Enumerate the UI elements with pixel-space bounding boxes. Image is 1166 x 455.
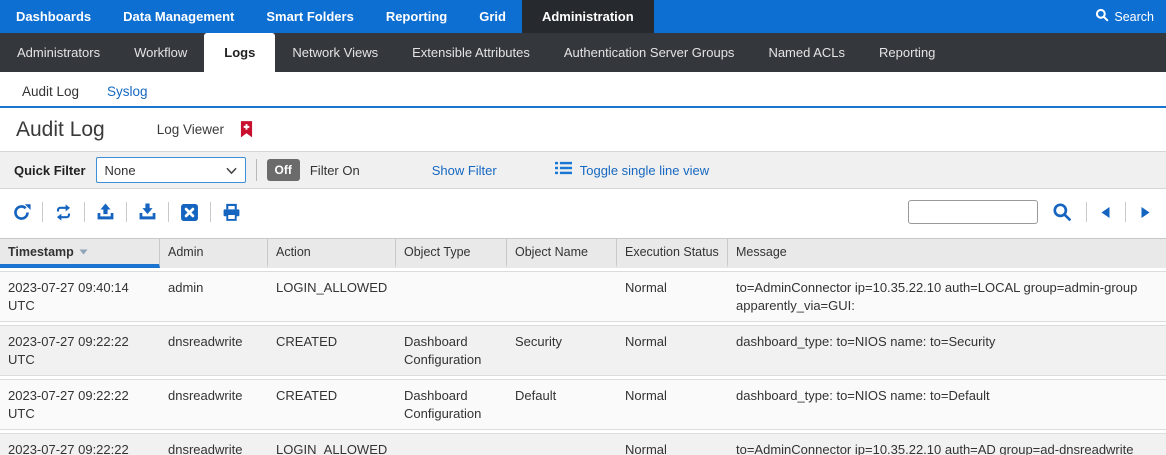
nav-item-administration[interactable]: Administration [522, 0, 654, 33]
nav-item-reporting[interactable]: Reporting [370, 0, 463, 33]
global-search-button[interactable]: Search [1083, 0, 1166, 33]
subnav-item-logs[interactable]: Logs [204, 33, 275, 72]
table-search-icon[interactable] [1048, 202, 1076, 222]
nav-item-data-management[interactable]: Data Management [107, 0, 250, 33]
filter-on-label: Filter On [310, 163, 360, 178]
cell-object-name: Security [507, 325, 617, 376]
column-header-action[interactable]: Action [268, 238, 396, 268]
single-line-view-icon [555, 161, 572, 180]
cell-action: CREATED [268, 325, 396, 376]
table-row[interactable]: 2023-07-27 09:22:22 UTC dnsreadwrite CRE… [0, 379, 1166, 430]
grid-toolbar [0, 189, 1166, 235]
nav-item-dashboards[interactable]: Dashboards [0, 0, 107, 33]
cell-object-type [396, 433, 507, 455]
cell-execution-status: Normal [617, 325, 728, 376]
tab-syslog[interactable]: Syslog [93, 76, 162, 106]
cell-admin: dnsreadwrite [160, 379, 268, 430]
sort-descending-icon [79, 244, 88, 258]
page-subtitle: Log Viewer [157, 122, 224, 137]
filter-toggle-button[interactable]: Off [267, 159, 300, 181]
cell-object-name [507, 271, 617, 322]
replay-icon[interactable] [54, 203, 73, 222]
cell-message: dashboard_type: to=NIOS name: to=Securit… [728, 325, 1166, 376]
quick-filter-value: None [105, 163, 136, 178]
table-header-row: Timestamp Admin Action Object Type Objec… [0, 238, 1166, 268]
show-filter-link[interactable]: Show Filter [432, 163, 497, 178]
cell-message: dashboard_type: to=NIOS name: to=Default [728, 379, 1166, 430]
clear-icon[interactable] [180, 203, 199, 222]
tab-audit-log[interactable]: Audit Log [8, 76, 93, 106]
divider [1086, 202, 1087, 222]
divider [210, 202, 211, 222]
column-header-admin[interactable]: Admin [160, 238, 268, 268]
cell-action: CREATED [268, 379, 396, 430]
nav-item-smart-folders[interactable]: Smart Folders [250, 0, 369, 33]
cell-admin: admin [160, 271, 268, 322]
cell-object-name: Default [507, 379, 617, 430]
audit-log-table: Timestamp Admin Action Object Type Objec… [0, 235, 1166, 455]
table-search-input[interactable] [908, 200, 1038, 224]
subnav-item-network-views[interactable]: Network Views [275, 33, 395, 72]
table-row[interactable]: 2023-07-27 09:22:22 UTC dnsreadwrite CRE… [0, 325, 1166, 376]
cell-object-type: Dashboard Configuration [396, 379, 507, 430]
print-icon[interactable] [222, 203, 241, 222]
cell-timestamp: 2023-07-27 09:22:22 UTC [0, 325, 160, 376]
subnav-item-named-acls[interactable]: Named ACLs [751, 33, 862, 72]
quick-filter-bar: Quick Filter None Off Filter On Show Fil… [0, 151, 1166, 189]
download-icon[interactable] [138, 203, 157, 222]
cell-object-type [396, 271, 507, 322]
cell-message: to=AdminConnector ip=10.35.22.10 auth=LO… [728, 271, 1166, 322]
divider [1125, 202, 1126, 222]
cell-execution-status: Normal [617, 379, 728, 430]
cell-object-type: Dashboard Configuration [396, 325, 507, 376]
refresh-icon[interactable] [12, 203, 31, 222]
top-navigation: Dashboards Data Management Smart Folders… [0, 0, 1166, 33]
bookmark-add-icon[interactable] [240, 121, 253, 138]
quick-filter-dropdown[interactable]: None [96, 157, 246, 183]
subnav-item-extensible-attributes[interactable]: Extensible Attributes [395, 33, 547, 72]
toggle-single-line-label: Toggle single line view [580, 163, 709, 178]
page-title: Audit Log [16, 118, 105, 142]
page-next-icon[interactable] [1136, 206, 1154, 219]
cell-action: LOGIN_ALLOWED [268, 271, 396, 322]
page-header: Audit Log Log Viewer [0, 108, 1166, 151]
subnav-item-authentication-server-groups[interactable]: Authentication Server Groups [547, 33, 752, 72]
divider [168, 202, 169, 222]
cell-admin: dnsreadwrite [160, 325, 268, 376]
column-header-object-name[interactable]: Object Name [507, 238, 617, 268]
column-header-object-type[interactable]: Object Type [396, 238, 507, 268]
divider [126, 202, 127, 222]
page-previous-icon[interactable] [1097, 206, 1115, 219]
cell-timestamp: 2023-07-27 09:40:14 UTC [0, 271, 160, 322]
cell-timestamp: 2023-07-27 09:22:22 UTC [0, 433, 160, 455]
cell-execution-status: Normal [617, 271, 728, 322]
log-view-tabs: Audit Log Syslog [0, 72, 1166, 108]
column-header-timestamp[interactable]: Timestamp [0, 238, 160, 268]
search-icon [1095, 8, 1109, 25]
upload-icon[interactable] [96, 203, 115, 222]
subnav-item-administrators[interactable]: Administrators [0, 33, 117, 72]
cell-message: to=AdminConnector ip=10.35.22.10 auth=AD… [728, 433, 1166, 455]
quick-filter-label: Quick Filter [14, 163, 86, 178]
divider [84, 202, 85, 222]
nav-item-grid[interactable]: Grid [463, 0, 522, 33]
chevron-down-icon [226, 163, 237, 178]
divider [256, 159, 257, 181]
cell-action: LOGIN_ALLOWED [268, 433, 396, 455]
table-row[interactable]: 2023-07-27 09:22:22 UTC dnsreadwrite LOG… [0, 433, 1166, 455]
divider [42, 202, 43, 222]
cell-admin: dnsreadwrite [160, 433, 268, 455]
toggle-single-line-view-link[interactable]: Toggle single line view [555, 161, 709, 180]
global-search-label: Search [1114, 10, 1154, 24]
administration-sub-navigation: Administrators Workflow Logs Network Vie… [0, 33, 1166, 72]
cell-object-name [507, 433, 617, 455]
cell-execution-status: Normal [617, 433, 728, 455]
column-header-execution-status[interactable]: Execution Status [617, 238, 728, 268]
column-header-message[interactable]: Message [728, 238, 1166, 268]
cell-timestamp: 2023-07-27 09:22:22 UTC [0, 379, 160, 430]
table-row[interactable]: 2023-07-27 09:40:14 UTC admin LOGIN_ALLO… [0, 271, 1166, 322]
subnav-item-reporting[interactable]: Reporting [862, 33, 952, 72]
subnav-item-workflow[interactable]: Workflow [117, 33, 204, 72]
